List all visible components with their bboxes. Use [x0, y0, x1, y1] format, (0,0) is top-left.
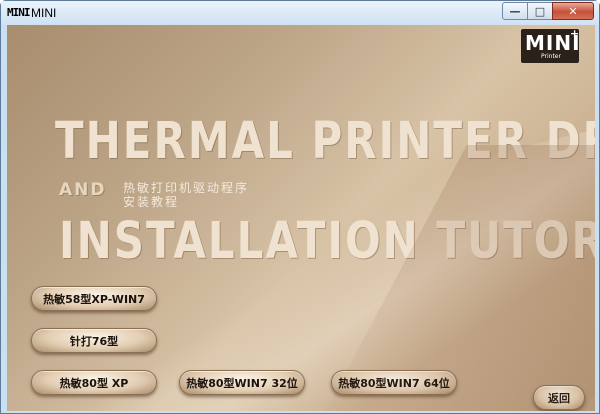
minimize-icon: —	[509, 4, 521, 18]
chinese-subtitle-line2: 安装教程	[123, 195, 180, 209]
title-bar[interactable]: MINI MINI — □ ✕	[1, 1, 599, 25]
headline-and: AND	[59, 180, 107, 200]
chinese-subtitle-line1: 热敏打印机驱动程序	[123, 181, 250, 195]
back-button[interactable]: 返回	[533, 385, 585, 410]
maximize-button[interactable]: □	[527, 2, 553, 20]
close-icon: ✕	[568, 4, 578, 18]
dot-matrix-76-button[interactable]: 针打76型	[31, 328, 157, 353]
maximize-icon: □	[534, 4, 546, 18]
thermal-80-xp-button[interactable]: 热敏80型 XP	[31, 370, 157, 395]
headline-title: THERMAL PRINTER DRIVERS	[55, 111, 595, 170]
window-title: MINI	[31, 6, 57, 20]
app-window: MINI MINI — □ ✕ MINI + Printer THERMAL P…	[0, 0, 600, 414]
minimize-button[interactable]: —	[502, 2, 528, 20]
logo-subtitle: Printer	[541, 53, 561, 60]
thermal-80-win7-64-button[interactable]: 热敏80型WIN7 64位	[331, 370, 457, 395]
logo-plus: +	[570, 27, 580, 40]
thermal-58-xp-win7-button[interactable]: 热敏58型XP-WIN7	[31, 286, 157, 311]
mini-logo: MINI + Printer	[521, 27, 580, 63]
app-icon: MINI	[7, 6, 30, 19]
close-button[interactable]: ✕	[552, 2, 594, 20]
thermal-80-win7-32-button[interactable]: 热敏80型WIN7 32位	[179, 370, 305, 395]
installer-panel: MINI + Printer THERMAL PRINTER DRIVERS A…	[7, 25, 595, 411]
headline-subtitle: INSTALLATION TUTORIAL	[59, 211, 595, 270]
chinese-subtitle: 热敏打印机驱动程序 安装教程	[123, 181, 249, 209]
